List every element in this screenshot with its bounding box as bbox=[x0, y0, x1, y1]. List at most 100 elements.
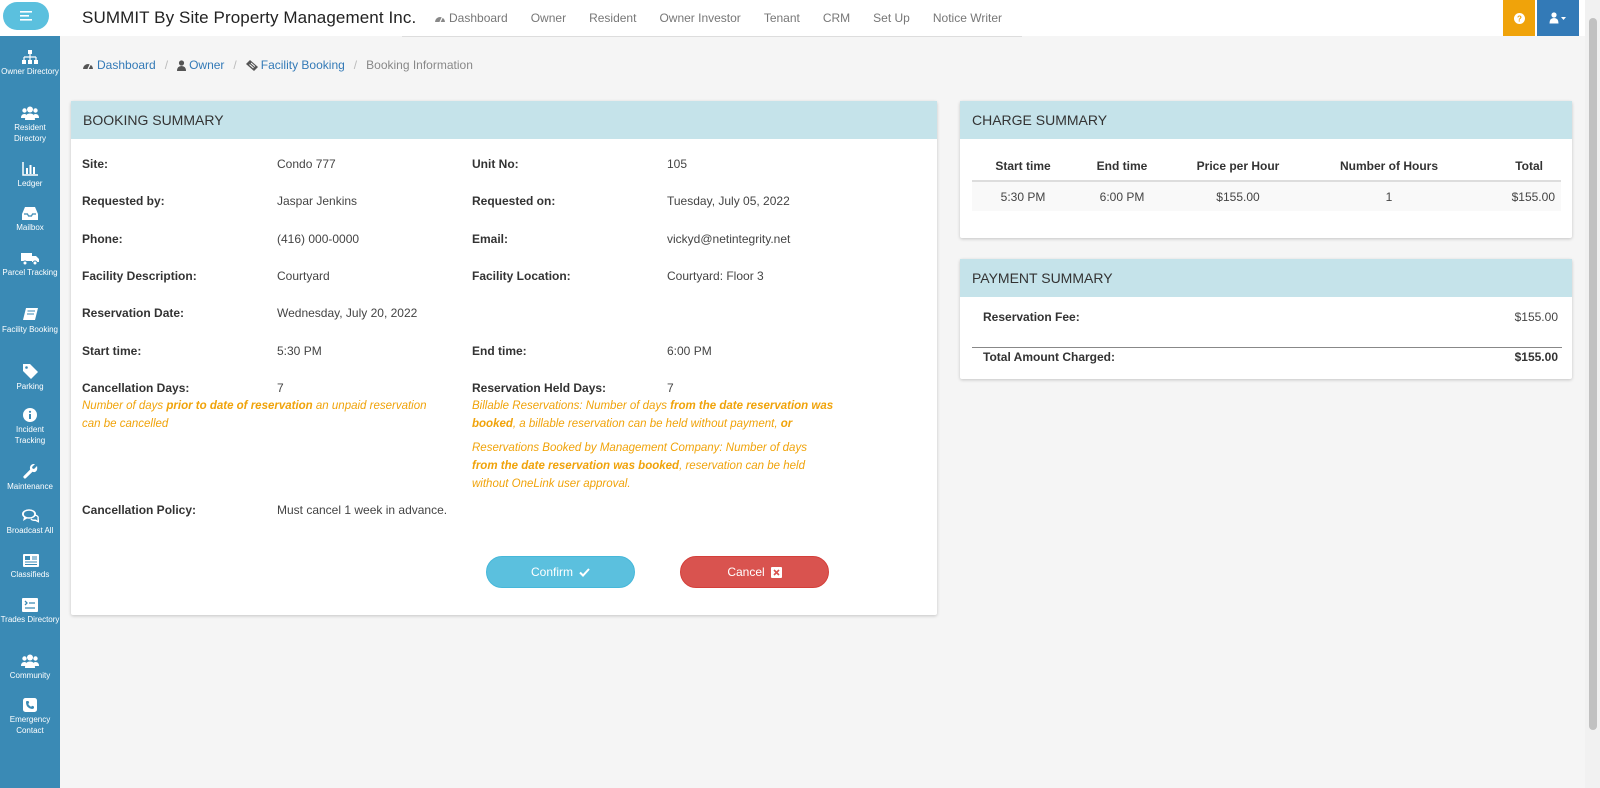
reservation-held-days-label: Reservation Held Days: bbox=[472, 381, 607, 395]
end-time-value: 6:00 PM bbox=[667, 344, 712, 358]
topnav-resident[interactable]: Resident bbox=[589, 11, 636, 25]
end-time-label: End time: bbox=[472, 344, 527, 358]
payment-summary-title: PAYMENT SUMMARY bbox=[960, 259, 1572, 297]
phone-icon bbox=[23, 698, 37, 712]
total-charged-label: Total Amount Charged: bbox=[983, 350, 1115, 364]
breadcrumb-facility-booking[interactable]: Facility Booking bbox=[245, 58, 345, 72]
user-menu-button[interactable] bbox=[1537, 0, 1579, 36]
sidebar-item-community[interactable]: Community bbox=[0, 654, 60, 681]
table-cell: 5:30 PM bbox=[972, 181, 1074, 211]
charge-summary-title: CHARGE SUMMARY bbox=[960, 101, 1572, 139]
sidebar-label: Ledger bbox=[17, 179, 43, 188]
sidebar-label: Emergency Contact bbox=[9, 715, 51, 735]
column-header: Price per Hour bbox=[1170, 151, 1306, 182]
help-button[interactable]: ? bbox=[1503, 0, 1535, 36]
table-row: 5:30 PM 6:00 PM $155.00 1 $155.00 bbox=[972, 181, 1561, 211]
sidebar-label: Broadcast All bbox=[6, 526, 54, 535]
sidebar-label: Incident Tracking bbox=[14, 425, 46, 445]
page-scrollbar[interactable] bbox=[1585, 0, 1600, 788]
sidebar-item-owner-directory[interactable]: Owner Directory bbox=[0, 50, 60, 77]
sidebar-label: Facility Booking bbox=[1, 325, 59, 334]
top-navigation: Dashboard Owner Resident Owner Investor … bbox=[402, 0, 1022, 37]
sidebar-item-trades-directory[interactable]: Trades Directory bbox=[0, 598, 60, 625]
breadcrumb-owner[interactable]: Owner bbox=[177, 58, 224, 72]
table-cell: 6:00 PM bbox=[1074, 181, 1170, 211]
booking-summary-panel: BOOKING SUMMARY Site: Condo 777 Unit No:… bbox=[71, 101, 937, 615]
wrench-icon bbox=[22, 464, 37, 479]
sidebar-label: Owner Directory bbox=[1, 67, 59, 76]
requested-by-label: Requested by: bbox=[82, 194, 165, 208]
sidebar-label: Maintenance bbox=[7, 482, 53, 491]
topnav-setup[interactable]: Set Up bbox=[873, 11, 910, 25]
sidebar-item-resident-directory[interactable]: Resident Directory bbox=[0, 106, 60, 144]
sidebar-item-ledger[interactable]: Ledger bbox=[0, 162, 60, 189]
charge-summary-panel: CHARGE SUMMARY Start time End time Price… bbox=[960, 101, 1572, 238]
sidebar-item-facility-booking[interactable]: Facility Booking bbox=[0, 308, 60, 335]
topnav-tenant[interactable]: Tenant bbox=[764, 11, 800, 25]
cancellation-policy-label: Cancellation Policy: bbox=[82, 503, 197, 517]
sidebar-item-classifieds[interactable]: Classifieds bbox=[0, 554, 60, 580]
svg-text:?: ? bbox=[1517, 14, 1522, 23]
cancel-button[interactable]: Cancel bbox=[680, 556, 829, 588]
facility-description-value: Courtyard bbox=[277, 269, 330, 283]
user-icon bbox=[177, 59, 187, 71]
confirm-button[interactable]: Confirm bbox=[486, 556, 635, 588]
site-label: Site: bbox=[82, 157, 109, 171]
breadcrumb-label: Owner bbox=[189, 58, 225, 72]
dashboard-icon bbox=[435, 16, 445, 23]
check-icon bbox=[579, 567, 590, 577]
sidebar: Owner Directory Resident Directory Ledge… bbox=[0, 36, 60, 788]
user-icon bbox=[1549, 12, 1566, 24]
list-icon bbox=[22, 598, 38, 612]
hamburger-icon bbox=[20, 11, 32, 21]
table-cell: 1 bbox=[1306, 181, 1472, 211]
sidebar-label: Mailbox bbox=[16, 223, 44, 232]
breadcrumb-dashboard[interactable]: Dashboard bbox=[82, 58, 156, 72]
scrollbar-thumb[interactable] bbox=[1589, 18, 1597, 730]
management-booking-note: Reservations Booked by Management Compan… bbox=[472, 442, 807, 490]
charge-table-header: Start time End time Price per Hour Numbe… bbox=[972, 151, 1561, 182]
table-cell: $155.00 bbox=[1472, 181, 1561, 211]
facility-location-label: Facility Location: bbox=[472, 269, 571, 283]
phone-label: Phone: bbox=[82, 232, 123, 246]
sidebar-item-parking[interactable]: Parking bbox=[0, 364, 60, 392]
tag-icon bbox=[22, 364, 38, 379]
breadcrumb-current: Booking Information bbox=[366, 58, 473, 72]
site-value: Condo 777 bbox=[277, 157, 336, 171]
reservation-held-days-value: 7 bbox=[667, 381, 674, 395]
cancellation-days-label: Cancellation Days: bbox=[82, 381, 190, 395]
start-time-value: 5:30 PM bbox=[277, 344, 322, 358]
cancellation-note: Number of days prior to date of reservat… bbox=[82, 400, 427, 430]
sidebar-item-parcel-tracking[interactable]: Parcel Tracking bbox=[0, 252, 60, 278]
cancel-label: Cancel bbox=[727, 565, 765, 579]
breadcrumb-separator: / bbox=[164, 58, 169, 72]
confirm-label: Confirm bbox=[530, 565, 573, 579]
newspaper-icon bbox=[22, 554, 39, 567]
truck-icon bbox=[21, 253, 39, 265]
start-time-label: Start time: bbox=[82, 344, 142, 358]
topnav-crm[interactable]: CRM bbox=[823, 11, 850, 25]
unit-value: 105 bbox=[667, 157, 688, 171]
topnav-owner-investor[interactable]: Owner Investor bbox=[659, 11, 740, 25]
facility-description-label: Facility Description: bbox=[82, 269, 197, 283]
sidebar-label: Trades Directory bbox=[0, 615, 60, 624]
topnav-owner[interactable]: Owner bbox=[531, 11, 566, 25]
sidebar-item-maintenance[interactable]: Maintenance bbox=[0, 464, 60, 492]
column-header: End time bbox=[1074, 151, 1170, 182]
topnav-dashboard[interactable]: Dashboard bbox=[434, 11, 508, 25]
brand-title: SUMMIT By Site Property Management Inc. bbox=[82, 8, 417, 27]
sidebar-item-incident-tracking[interactable]: Incident Tracking bbox=[0, 408, 60, 446]
column-header: Total bbox=[1472, 151, 1561, 182]
topnav-notice-writer[interactable]: Notice Writer bbox=[933, 11, 1002, 25]
sidebar-item-broadcast-all[interactable]: Broadcast All bbox=[0, 509, 60, 536]
sidebar-item-emergency-contact[interactable]: Emergency Contact bbox=[0, 698, 60, 736]
facility-location-value: Courtyard: Floor 3 bbox=[667, 269, 764, 283]
sidebar-label: Community bbox=[9, 671, 51, 680]
menu-toggle-button[interactable] bbox=[3, 2, 49, 30]
comments-icon bbox=[21, 509, 39, 523]
breadcrumb-label: Dashboard bbox=[97, 58, 156, 72]
dashboard-icon bbox=[83, 63, 93, 70]
cancellation-policy-value: Must cancel 1 week in advance. bbox=[277, 503, 448, 517]
total-charged-value: $155.00 bbox=[1514, 350, 1558, 364]
sidebar-item-mailbox[interactable]: Mailbox bbox=[0, 207, 60, 233]
